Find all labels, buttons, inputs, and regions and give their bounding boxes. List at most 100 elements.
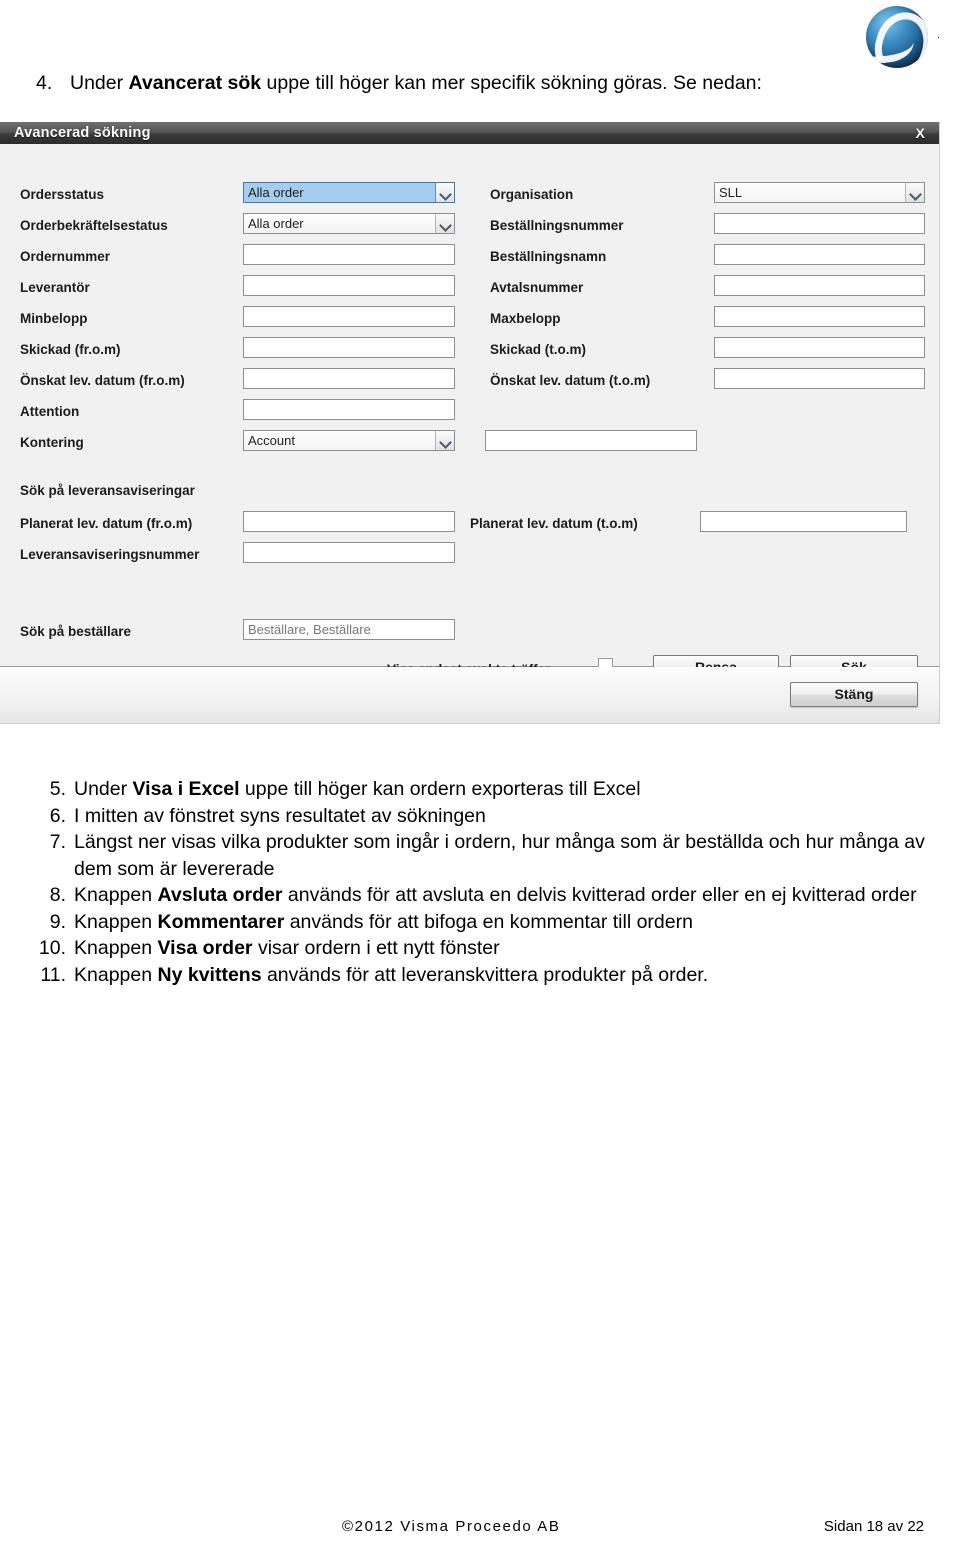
- step-text-after: används för att avsluta en delvis kvitte…: [282, 884, 917, 906]
- dialog-title-text: Avancerad sökning: [14, 125, 151, 141]
- list-item: 9. Knappen Kommentarer används för att b…: [36, 909, 926, 936]
- label-avtalsnummer: Avtalsnummer: [490, 280, 584, 295]
- label-planerat-lev-datum-tom: Planerat lev. datum (t.o.m): [470, 516, 638, 531]
- list-item: 5. Under Visa i Excel uppe till höger ka…: [36, 776, 926, 803]
- input-planerat-lev-datum-from[interactable]: [243, 511, 455, 532]
- step-text-after: uppe till höger kan ordern exporteras ti…: [239, 778, 641, 800]
- list-item: 6. I mitten av fönstret syns resultatet …: [36, 803, 926, 830]
- chevron-down-icon[interactable]: [905, 183, 924, 202]
- input-bestallningsnamn[interactable]: [714, 244, 925, 265]
- chevron-down-icon[interactable]: [435, 183, 454, 202]
- label-skickad-from: Skickad (fr.o.m): [20, 342, 121, 357]
- step-number: 5.: [49, 778, 66, 800]
- step-text-before: Knappen: [74, 937, 158, 959]
- chevron-down-icon[interactable]: [435, 214, 454, 233]
- label-skickad-tom: Skickad (t.o.m): [490, 342, 587, 357]
- step-text-before: Knappen: [74, 963, 158, 986]
- input-onskat-lev-datum-tom[interactable]: [714, 368, 925, 389]
- step-text: Knappen Kommentarer används för att bifo…: [74, 909, 926, 936]
- logo-swoosh-shape: [868, 29, 916, 65]
- step-number: 10.: [38, 937, 66, 959]
- close-icon[interactable]: X: [915, 122, 925, 144]
- input-leveransaviseringsnummer[interactable]: [243, 542, 455, 563]
- page-number: Sidan 18 av 22: [823, 1518, 924, 1535]
- label-bestallningsnamn: Beställningsnamn: [490, 249, 607, 264]
- step-text-before: Knappen: [74, 884, 158, 906]
- select-kontering[interactable]: Account: [243, 430, 455, 451]
- select-organisation[interactable]: SLL: [714, 182, 925, 203]
- input-bestallningsnummer[interactable]: [714, 213, 925, 234]
- list-item: 10. Knappen Visa order visar ordern i et…: [36, 935, 926, 962]
- intro-text-bold: Avancerat sök: [128, 72, 262, 94]
- dialog-footer: Stäng: [0, 667, 939, 723]
- input-planerat-lev-datum-tom[interactable]: [700, 511, 907, 532]
- input-minbelopp[interactable]: [243, 306, 455, 327]
- label-planerat-lev-datum-from: Planerat lev. datum (fr.o.m): [20, 516, 193, 531]
- select-orderbekraftelsestatus[interactable]: Alla order: [243, 213, 455, 234]
- step-text: Längst ner visas vilka produkter som ing…: [74, 829, 926, 882]
- step-text-before: Under: [74, 778, 133, 800]
- list-item: 8. Knappen Avsluta order används för att…: [36, 882, 926, 909]
- intro-step-text: Under Avancerat sök uppe till höger kan …: [70, 70, 836, 97]
- step-number: 6.: [49, 804, 66, 827]
- input-skickad-from[interactable]: [243, 337, 455, 358]
- select-orderbekraftelsestatus-value: Alla order: [248, 216, 304, 231]
- select-organisation-value: SLL: [719, 185, 743, 200]
- logo-trademark-dot: .: [936, 29, 940, 41]
- select-kontering-value: Account: [248, 433, 295, 448]
- label-organisation: Organisation: [490, 187, 574, 202]
- step-text-before: I mitten av fönstret syns resultatet av …: [74, 804, 486, 827]
- list-item: 7. Längst ner visas vilka produkter som …: [36, 829, 926, 882]
- label-leverantor: Leverantör: [20, 280, 90, 295]
- section-header-leveransaviseringar: Sök på leveransaviseringar: [20, 483, 195, 498]
- select-ordersstatus-value: Alla order: [248, 185, 304, 200]
- intro-text-after: uppe till höger kan mer specifik sökning…: [261, 72, 762, 94]
- step-text-bold: Visa i Excel: [132, 778, 240, 800]
- input-skickad-tom[interactable]: [714, 337, 925, 358]
- select-ordersstatus[interactable]: Alla order: [243, 182, 455, 203]
- label-ordernummer: Ordernummer: [20, 249, 111, 264]
- dialog-body: Ordersstatus Alla order Orderbekräftelse…: [0, 144, 939, 680]
- step-text: Knappen Visa order visar ordern i ett ny…: [74, 935, 926, 962]
- step-text-bold: Ny kvittens: [157, 963, 262, 986]
- step-text-after: visar ordern i ett nytt fönster: [252, 937, 500, 959]
- list-item: 11. Knappen Ny kvittens används för att …: [36, 962, 926, 989]
- input-ordernummer[interactable]: [243, 244, 455, 265]
- input-kontering-value[interactable]: [485, 430, 697, 451]
- close-button[interactable]: Stäng: [790, 682, 918, 707]
- step-text: Knappen Ny kvittens används för att leve…: [74, 962, 926, 989]
- label-kontering: Kontering: [20, 435, 84, 450]
- label-sok-pa-bestallare: Sök på beställare: [20, 624, 132, 639]
- intro-text-before: Under: [70, 72, 129, 94]
- label-minbelopp: Minbelopp: [20, 311, 88, 326]
- label-ordersstatus: Ordersstatus: [20, 187, 105, 202]
- step-text-before: Längst ner visas vilka produkter som ing…: [74, 831, 925, 880]
- intro-step-number: 4.: [36, 72, 53, 94]
- dialog-title-bar: Avancerad sökning X: [0, 122, 939, 144]
- step-text: I mitten av fönstret syns resultatet av …: [74, 803, 926, 830]
- input-maxbelopp[interactable]: [714, 306, 925, 327]
- label-maxbelopp: Maxbelopp: [490, 311, 561, 326]
- label-orderbekraftelsestatus: Orderbekräftelsestatus: [20, 218, 168, 233]
- step-text-before: Knappen: [74, 910, 158, 933]
- label-attention: Attention: [20, 404, 80, 419]
- input-leverantor[interactable]: [243, 275, 455, 296]
- step-number: 11.: [40, 963, 66, 986]
- label-onskat-lev-datum-tom: Önskat lev. datum (t.o.m): [490, 373, 651, 388]
- instruction-steps-list: 5. Under Visa i Excel uppe till höger ka…: [36, 776, 926, 988]
- intro-step-4: 4. Under Avancerat sök uppe till höger k…: [36, 70, 836, 97]
- step-number: 9.: [49, 910, 66, 933]
- label-leveransaviseringsnummer: Leveransaviseringsnummer: [20, 547, 200, 562]
- input-avtalsnummer[interactable]: [714, 275, 925, 296]
- step-text-bold: Avsluta order: [157, 884, 283, 906]
- input-attention[interactable]: [243, 399, 455, 420]
- step-text: Under Visa i Excel uppe till höger kan o…: [74, 776, 926, 803]
- input-onskat-lev-datum-from[interactable]: [243, 368, 455, 389]
- label-bestallningsnummer: Beställningsnummer: [490, 218, 624, 233]
- visma-proceedo-logo-icon: [866, 6, 928, 68]
- step-number: 8.: [49, 884, 66, 906]
- input-sok-pa-bestallare[interactable]: Beställare, Beställare: [243, 619, 455, 640]
- chevron-down-icon[interactable]: [435, 431, 454, 450]
- logo-container: .: [866, 6, 940, 68]
- copyright-text: ©2012 Visma Proceedo AB: [342, 1518, 561, 1535]
